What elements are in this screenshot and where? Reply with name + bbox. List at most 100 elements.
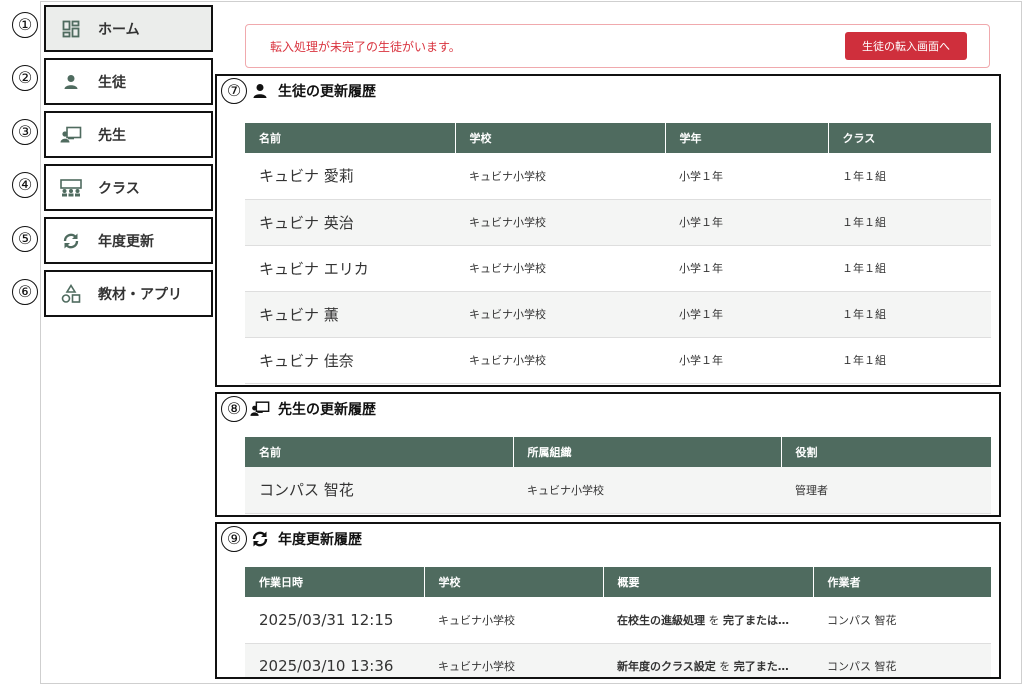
table-row[interactable]: キュビナ エリカ キュビナ小学校 小学１年 １年１組 <box>245 245 991 292</box>
sidebar-item-label: 教材・アプリ <box>98 286 182 303</box>
column-header: 学年 <box>665 123 829 153</box>
section-title: 先生の更新履歴 <box>278 402 376 418</box>
student-school: キュビナ小学校 <box>455 199 665 246</box>
refresh-icon <box>60 230 82 252</box>
dashboard-icon <box>60 18 82 40</box>
operation-datetime: 2025/03/31 12:15 <box>245 597 424 644</box>
sidebar-item-label: 年度更新 <box>98 233 154 250</box>
annotation-marker-4: ④ <box>12 172 38 198</box>
sidebar-item-label: クラス <box>98 180 140 197</box>
operation-school: キュビナ小学校 <box>424 643 603 677</box>
student-school: キュビナ小学校 <box>455 245 665 292</box>
operation-summary: 在校生の進級処理 を 完了または… <box>603 597 813 644</box>
table-row[interactable]: キュビナ 愛莉 キュビナ小学校 小学１年 １年１組 <box>245 153 991 200</box>
sidebar-item-home[interactable]: ホーム <box>44 5 213 52</box>
teacher-history-table: 名前 所属組織 役割 コンパス 智花 キュビナ小学校 管理者 <box>245 437 991 514</box>
person-icon <box>60 71 82 93</box>
operation-summary: 新年度のクラス設定 を 完了また… <box>603 643 813 677</box>
student-grade: 小学１年 <box>665 245 828 292</box>
student-school: キュビナ小学校 <box>455 337 665 384</box>
student-class: １年１組 <box>828 245 991 292</box>
summary-particle: を <box>715 660 734 673</box>
student-grade: 小学１年 <box>665 337 828 384</box>
sidebar-item-label: 生徒 <box>98 74 126 91</box>
student-history-section: ⑦ 生徒の更新履歴 名前 学校 学年 クラス キュビナ 愛莉 キュビナ小学校 小… <box>215 74 1001 387</box>
sidebar-item-students[interactable]: 生徒 <box>44 58 213 105</box>
annotation-marker-5: ⑤ <box>12 226 38 252</box>
operation-operator: コンパス 智花 <box>813 643 991 677</box>
annotation-marker-1: ① <box>12 12 38 38</box>
operation-datetime: 2025/03/10 13:36 <box>245 643 424 677</box>
student-name: キュビナ 薫 <box>245 291 455 338</box>
student-history-table: 名前 学校 学年 クラス キュビナ 愛莉 キュビナ小学校 小学１年 １年１組 キ… <box>245 123 991 384</box>
table-row[interactable]: キュビナ 薫 キュビナ小学校 小学１年 １年１組 <box>245 291 991 338</box>
section-header: ⑧ 先生の更新履歴 <box>221 396 376 422</box>
student-name: キュビナ 佳奈 <box>245 337 455 384</box>
summary-status: 完了または… <box>723 613 789 627</box>
student-grade: 小学１年 <box>665 291 828 338</box>
shapes-icon <box>60 283 82 305</box>
table-row[interactable]: キュビナ 英治 キュビナ小学校 小学１年 １年１組 <box>245 199 991 246</box>
column-header: 所属組織 <box>513 437 782 467</box>
sidebar-item-classes[interactable]: クラス <box>44 164 213 211</box>
annotation-marker-6: ⑥ <box>12 279 38 305</box>
table-row[interactable]: キュビナ 佳奈 キュビナ小学校 小学１年 １年１組 <box>245 337 991 384</box>
year-update-history-section: ⑨ 年度更新履歴 作業日時 学校 概要 作業者 2025/03/31 12:15… <box>215 522 1001 679</box>
column-header: 学校 <box>424 567 604 597</box>
column-header: 作業者 <box>813 567 991 597</box>
summary-action: 在校生の進級処理 <box>617 613 705 627</box>
student-name: キュビナ 英治 <box>245 199 455 246</box>
column-header: 学校 <box>455 123 666 153</box>
annotation-marker-2: ② <box>12 65 38 91</box>
annotation-marker-8: ⑧ <box>221 396 247 422</box>
teacher-role: 管理者 <box>781 467 991 514</box>
sidebar-item-year-update[interactable]: 年度更新 <box>44 217 213 264</box>
student-name: キュビナ エリカ <box>245 245 455 292</box>
summary-action: 新年度のクラス設定 <box>617 660 716 673</box>
annotation-marker-9: ⑨ <box>221 526 247 552</box>
teacher-board-icon <box>60 124 82 146</box>
section-header: ⑨ 年度更新履歴 <box>221 526 362 552</box>
student-grade: 小学１年 <box>665 153 828 200</box>
summary-particle: を <box>705 613 723 627</box>
sidebar-item-materials-apps[interactable]: 教材・アプリ <box>44 270 213 317</box>
transfer-alert: 転入処理が未完了の生徒がいます。 生徒の転入画面へ <box>245 24 990 68</box>
sidebar-item-label: ホーム <box>98 21 140 38</box>
section-title: 年度更新履歴 <box>278 532 362 548</box>
operation-operator: コンパス 智花 <box>813 597 991 644</box>
column-header: 名前 <box>245 123 456 153</box>
column-header: 作業日時 <box>245 567 425 597</box>
student-transfer-button[interactable]: 生徒の転入画面へ <box>845 32 967 60</box>
teacher-organization: キュビナ小学校 <box>513 467 781 514</box>
column-header: 役割 <box>781 437 991 467</box>
person-icon <box>250 81 270 101</box>
student-school: キュビナ小学校 <box>455 291 665 338</box>
student-school: キュビナ小学校 <box>455 153 665 200</box>
annotation-marker-3: ③ <box>12 119 38 145</box>
student-class: １年１組 <box>828 153 991 200</box>
class-group-icon <box>60 177 82 199</box>
student-name: キュビナ 愛莉 <box>245 153 455 200</box>
student-class: １年１組 <box>828 337 991 384</box>
section-title: 生徒の更新履歴 <box>278 84 376 100</box>
student-class: １年１組 <box>828 199 991 246</box>
table-row[interactable]: 2025/03/31 12:15 キュビナ小学校 在校生の進級処理 を 完了また… <box>245 597 991 644</box>
column-header: 概要 <box>603 567 814 597</box>
sidebar-item-teachers[interactable]: 先生 <box>44 111 213 158</box>
operation-school: キュビナ小学校 <box>424 597 603 644</box>
annotation-marker-7: ⑦ <box>221 78 247 104</box>
table-row[interactable]: コンパス 智花 キュビナ小学校 管理者 <box>245 467 991 514</box>
section-header: ⑦ 生徒の更新履歴 <box>221 78 376 104</box>
table-row[interactable]: 2025/03/10 13:36 キュビナ小学校 新年度のクラス設定 を 完了ま… <box>245 643 991 677</box>
teacher-name: コンパス 智花 <box>245 467 513 514</box>
student-grade: 小学１年 <box>665 199 828 246</box>
column-header: クラス <box>828 123 991 153</box>
alert-message: 転入処理が未完了の生徒がいます。 <box>270 39 461 54</box>
summary-status: 完了また… <box>733 660 789 673</box>
teacher-history-section: ⑧ 先生の更新履歴 名前 所属組織 役割 コンパス 智花 キュビナ小学校 管理者 <box>215 392 1001 517</box>
column-header: 名前 <box>245 437 514 467</box>
sidebar-item-label: 先生 <box>98 127 126 144</box>
student-class: １年１組 <box>828 291 991 338</box>
year-update-history-table: 作業日時 学校 概要 作業者 2025/03/31 12:15 キュビナ小学校 … <box>245 567 991 677</box>
refresh-icon <box>250 529 270 549</box>
